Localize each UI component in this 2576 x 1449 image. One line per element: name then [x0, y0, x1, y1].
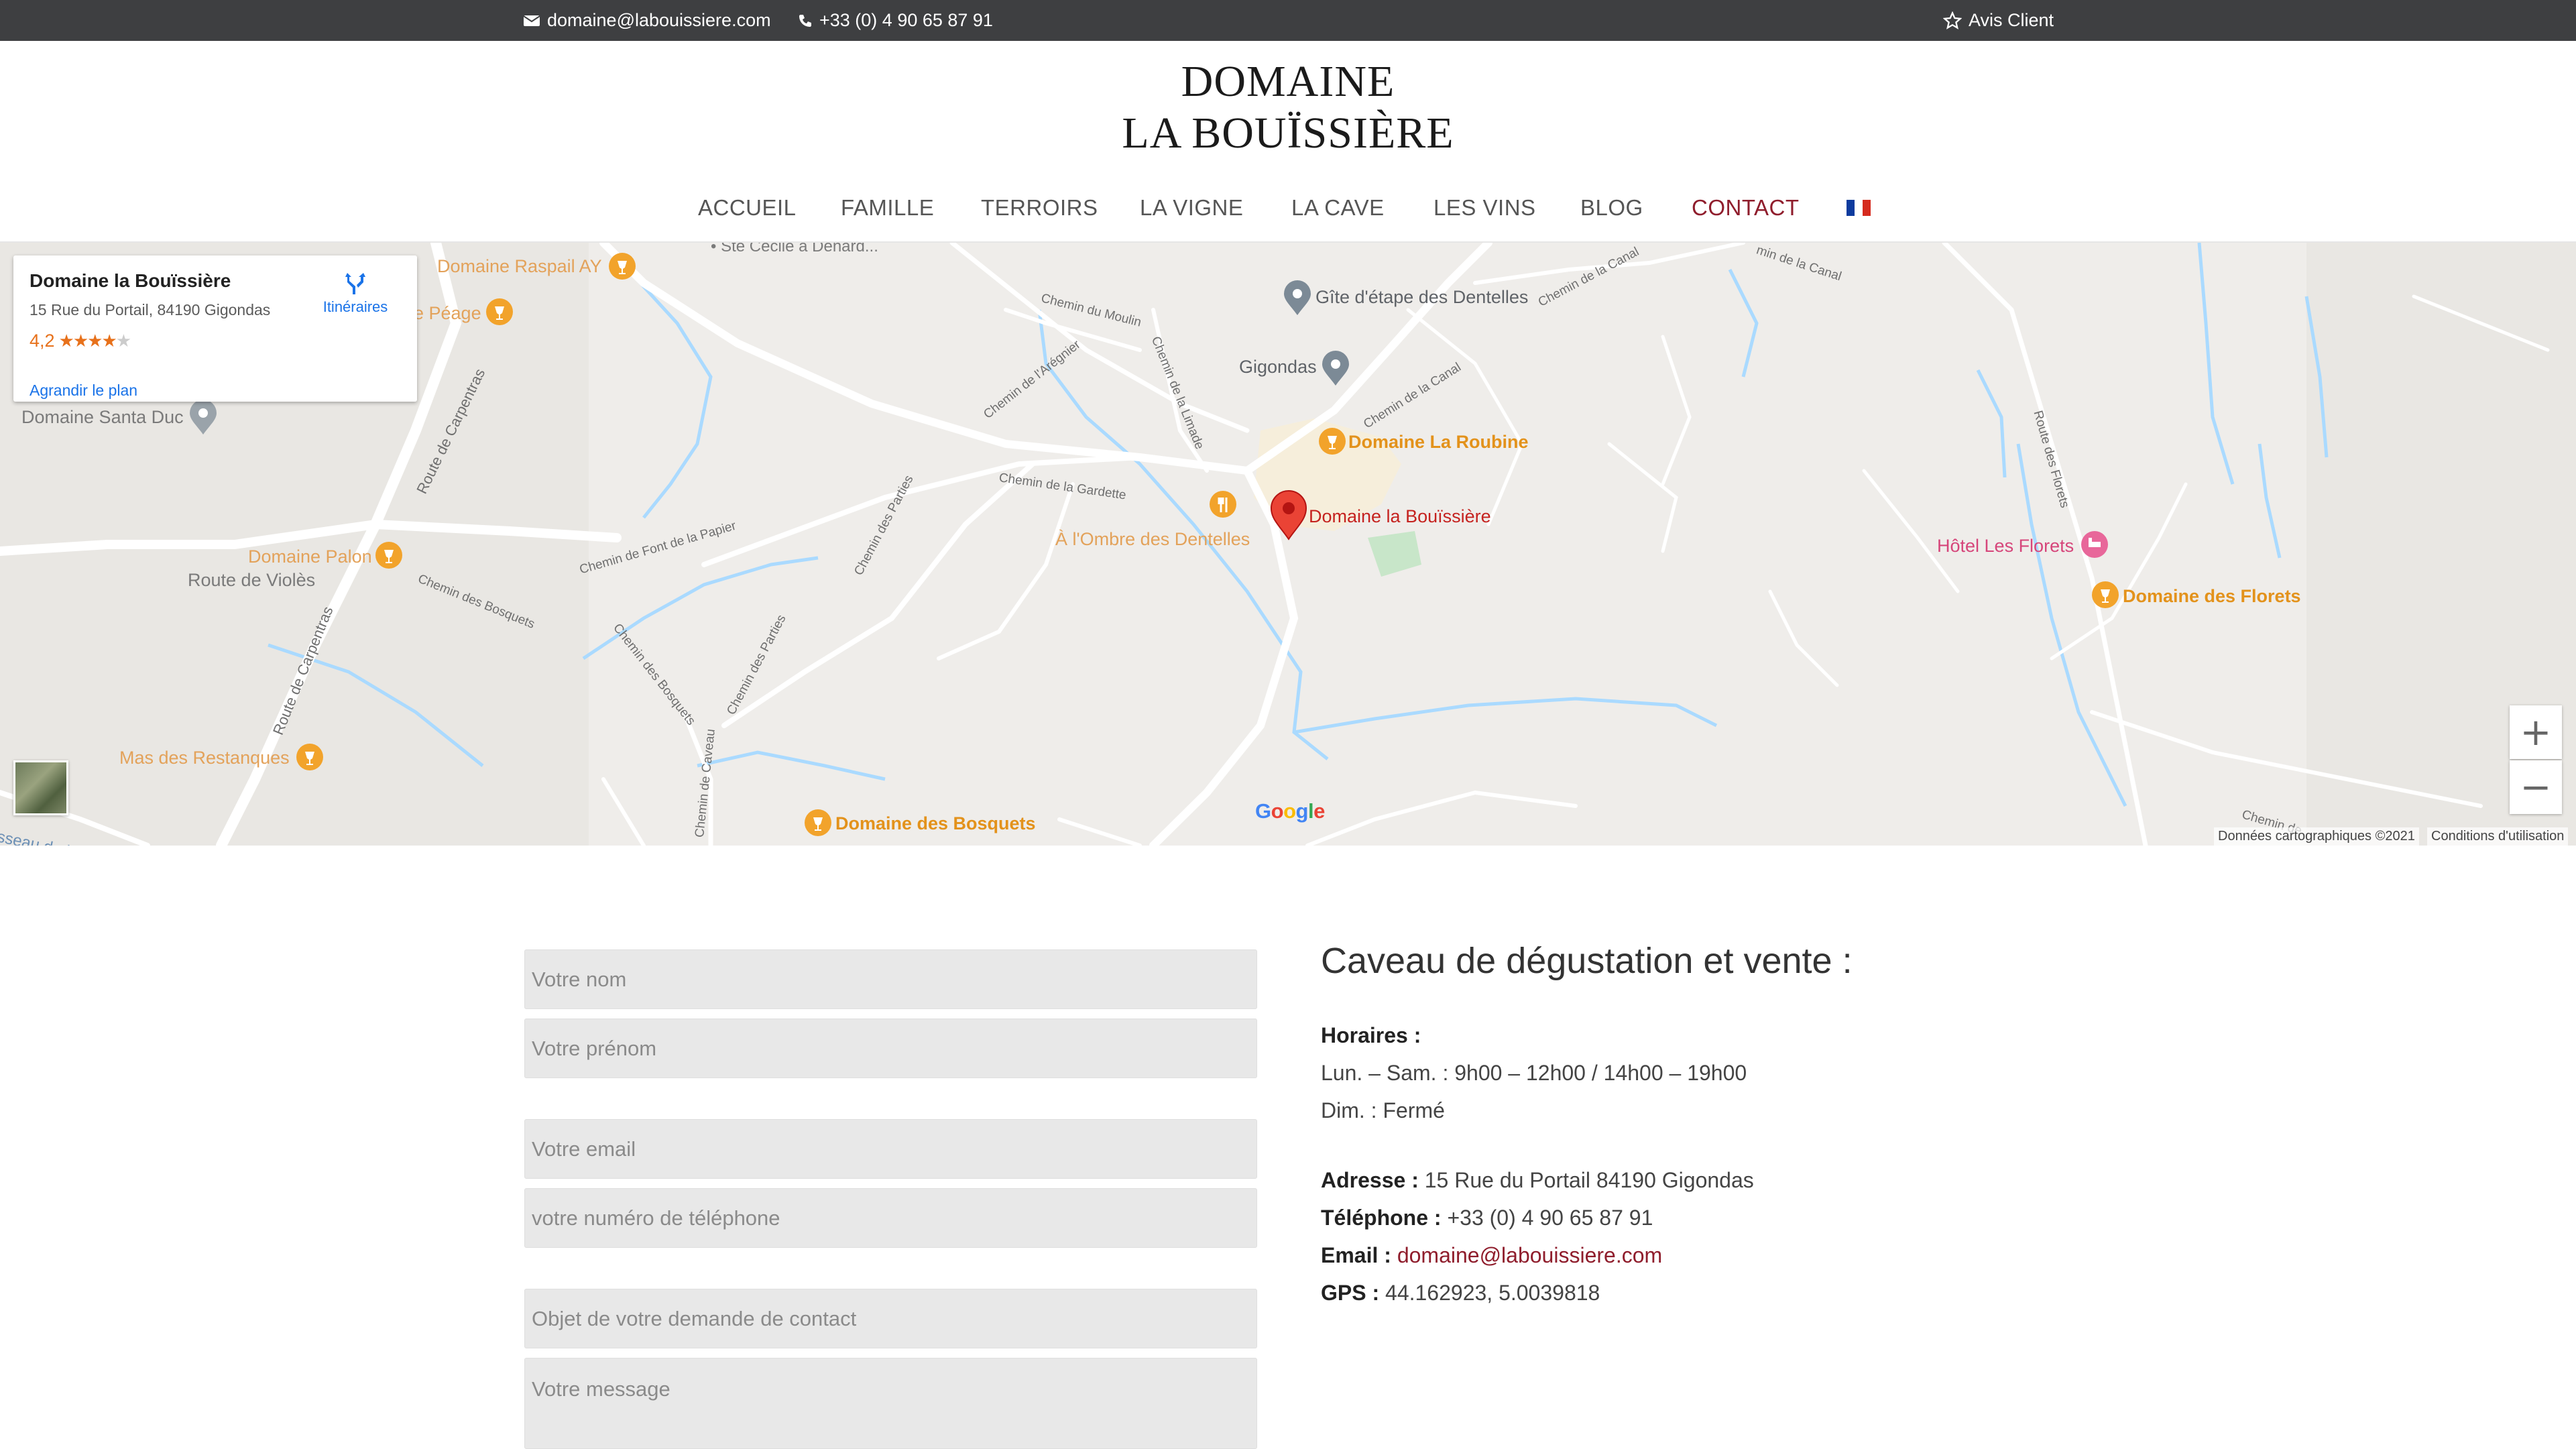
hours-sunday: Dim. : Fermé — [1321, 1098, 1445, 1122]
phone-value: +33 (0) 4 90 65 87 91 — [1447, 1206, 1653, 1230]
nav-item-la-vigne[interactable]: LA VIGNE — [1140, 189, 1243, 227]
nav-item-blog[interactable]: BLOG — [1580, 189, 1643, 227]
map-card-address: 15 Rue du Portail, 84190 Gigondas — [30, 301, 271, 318]
directions-icon — [345, 273, 365, 294]
topbar-phone-text: +33 (0) 4 90 65 87 91 — [819, 10, 993, 30]
topbar-email-link[interactable]: domaine@labouissiere.com — [523, 0, 771, 41]
map-directions-button[interactable]: Itinéraires — [315, 270, 396, 316]
rating-stars-icon: ★★★★★ — [58, 331, 132, 351]
address-label: Adresse : — [1321, 1168, 1419, 1192]
topbar-email-text: domaine@labouissiere.com — [547, 10, 771, 30]
message-field[interactable]: Votre message — [524, 1358, 1257, 1449]
phone-icon — [799, 14, 811, 27]
map-zoom-out-button[interactable]: − — [2510, 760, 2562, 814]
star-icon — [1943, 11, 1962, 30]
envelope-icon — [523, 15, 540, 26]
nav-item-les-vins[interactable]: LES VINS — [1433, 189, 1536, 227]
map-label-ombre[interactable]: À l'Ombre des Dentelles — [1055, 529, 1250, 550]
map-label-gigondas[interactable]: Gigondas — [1239, 357, 1317, 378]
google-map[interactable]: Domaine Raspail AY e Péage Domaine Santa… — [0, 243, 2576, 846]
map-card-rating-value: 4,2 — [30, 331, 55, 351]
map-card-title: Domaine la Bouïssière — [30, 270, 231, 291]
map-label-bosquets[interactable]: Domaine des Bosquets — [835, 813, 1036, 834]
fr-flag-icon[interactable] — [1847, 200, 1871, 216]
gps-line: GPS : 44.162923, 5.0039818 — [1321, 1281, 1600, 1306]
map-directions-label: Itinéraires — [323, 298, 388, 315]
map-zoom-in-button[interactable]: + — [2510, 705, 2562, 759]
nav-item-accueil[interactable]: ACCUEIL — [698, 189, 797, 227]
nav-item-terroirs[interactable]: TERROIRS — [981, 189, 1098, 227]
topbar-reviews-text: Avis Client — [1969, 10, 2054, 30]
address-value: 15 Rue du Portail 84190 Gigondas — [1424, 1168, 1754, 1192]
phone-line: Téléphone : +33 (0) 4 90 65 87 91 — [1321, 1206, 1653, 1230]
map-label-partial-top: • Ste Cécile à Denard... — [711, 243, 878, 255]
phone-field[interactable]: votre numéro de téléphone — [524, 1188, 1257, 1248]
map-enlarge-link[interactable]: Agrandir le plan — [30, 382, 137, 400]
map-label-santa-duc[interactable]: Domaine Santa Duc — [21, 407, 184, 428]
email-link[interactable]: domaine@labouissiere.com — [1397, 1243, 1662, 1267]
name-field[interactable]: Votre nom — [524, 949, 1257, 1009]
map-terms-link[interactable]: Conditions d'utilisation — [2427, 827, 2569, 846]
hours-heading: Horaires : — [1321, 1023, 1421, 1048]
map-label-restanques[interactable]: Mas des Restanques — [119, 748, 290, 768]
email-label: Email : — [1321, 1243, 1391, 1267]
google-logo: Google — [1255, 799, 1325, 823]
tasting-cellar-title: Caveau de dégustation et vente : — [1321, 941, 1853, 981]
map-label-gite[interactable]: Gîte d'étape des Dentelles — [1315, 287, 1528, 308]
email-field[interactable]: Votre email — [524, 1119, 1257, 1179]
nav-item-famille[interactable]: FAMILLE — [841, 189, 934, 227]
main-nav: ACCUEIL FAMILLE TERROIRS LA VIGNE LA CAV… — [0, 189, 2576, 227]
gps-label: GPS : — [1321, 1281, 1380, 1305]
phone-label: Téléphone : — [1321, 1206, 1442, 1230]
site-logo-line-1[interactable]: DOMAINE — [0, 57, 2576, 107]
firstname-field[interactable]: Votre prénom — [524, 1019, 1257, 1078]
hours-label: Horaires : — [1321, 1023, 1421, 1047]
address-line: Adresse : 15 Rue du Portail 84190 Gigond… — [1321, 1168, 1754, 1193]
map-label-violes: Route de Violès — [188, 570, 316, 590]
map-label-raspail[interactable]: Domaine Raspail AY — [437, 256, 602, 277]
map-label-florets[interactable]: Domaine des Florets — [2123, 586, 2301, 607]
gps-value: 44.162923, 5.0039818 — [1385, 1281, 1600, 1305]
map-label-florets-hotel[interactable]: Hôtel Les Florets — [1937, 536, 2074, 557]
map-info-card: Domaine la Bouïssière 15 Rue du Portail,… — [13, 255, 417, 402]
map-label-roubine[interactable]: Domaine La Roubine — [1348, 432, 1529, 453]
topbar-phone-link[interactable]: +33 (0) 4 90 65 87 91 — [798, 0, 993, 41]
map-label-palon[interactable]: Domaine Palon — [248, 546, 372, 567]
map-label-peage: e Péage — [414, 303, 481, 323]
site-logo-line-2[interactable]: LA BOUÏSSIÈRE — [0, 109, 2576, 158]
nav-item-contact[interactable]: CONTACT — [1692, 189, 1800, 227]
nav-item-la-cave[interactable]: LA CAVE — [1291, 189, 1385, 227]
subject-field[interactable]: Objet de votre demande de contact — [524, 1289, 1257, 1348]
map-card-rating[interactable]: 4,2 ★★★★★ — [30, 331, 132, 351]
email-line: Email : domaine@labouissiere.com — [1321, 1243, 1662, 1268]
top-bar: domaine@labouissiere.com +33 (0) 4 90 65… — [0, 0, 2576, 41]
map-label-bouissiere[interactable]: Domaine la Bouïssière — [1309, 506, 1491, 527]
map-satellite-toggle[interactable] — [13, 760, 68, 815]
hours-week: Lun. – Sam. : 9h00 – 12h00 / 14h00 – 19h… — [1321, 1061, 1747, 1085]
topbar-reviews-link[interactable]: Avis Client — [1943, 0, 2054, 41]
map-data-credit: Données cartographiques ©2021 — [2214, 827, 2419, 846]
